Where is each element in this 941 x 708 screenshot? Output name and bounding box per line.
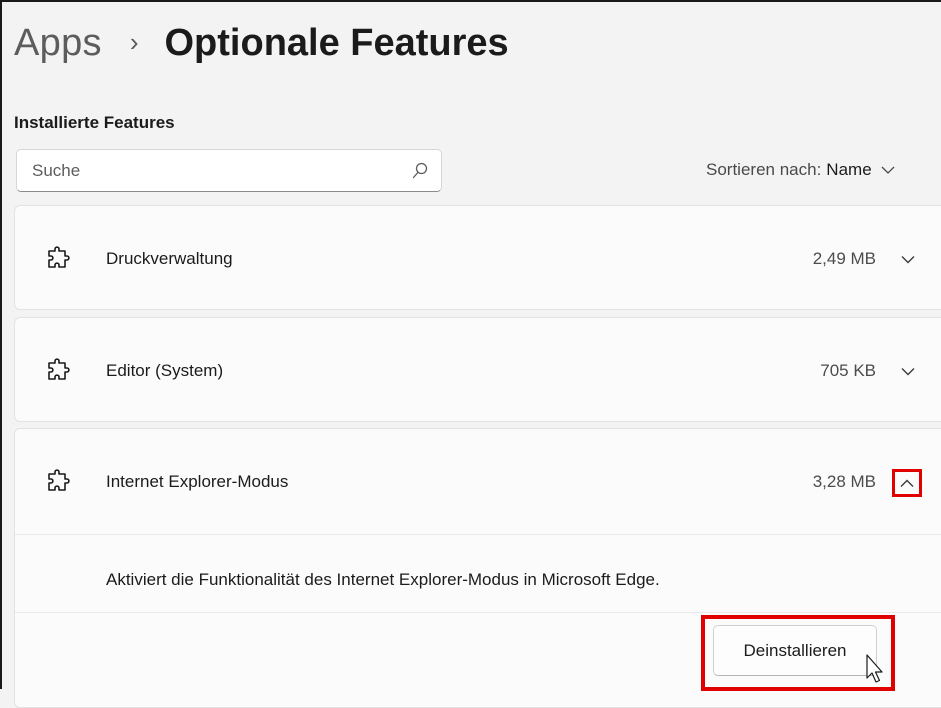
screenshot-frame-left [0, 0, 2, 689]
feature-size: 3,28 MB [812, 472, 876, 491]
search-input[interactable] [17, 150, 397, 191]
expand-button[interactable] [897, 251, 919, 267]
chevron-up-icon [900, 479, 914, 487]
divider [15, 534, 941, 535]
feature-size: 2,49 MB [812, 249, 876, 268]
breadcrumb-apps-link[interactable]: Apps [14, 22, 102, 65]
feature-row[interactable]: Druckverwaltung 2,49 MB [15, 206, 941, 311]
search-box[interactable] [16, 149, 442, 192]
chevron-down-icon [901, 255, 915, 263]
feature-card-druckverwaltung[interactable]: Druckverwaltung 2,49 MB [14, 205, 941, 310]
breadcrumb: Apps › Optionale Features [14, 18, 509, 68]
sort-dropdown[interactable]: Sortieren nach: Name [706, 160, 895, 180]
search-icon[interactable] [412, 162, 428, 180]
expand-button[interactable] [897, 363, 919, 379]
feature-card-internet-explorer[interactable]: Internet Explorer-Modus 3,28 MB Aktivier… [14, 428, 941, 708]
puzzle-icon [48, 469, 70, 491]
feature-card-editor[interactable]: Editor (System) 705 KB [14, 317, 941, 422]
feature-size: 705 KB [820, 361, 876, 380]
section-title: Installierte Features [14, 113, 175, 132]
puzzle-icon [48, 246, 70, 268]
feature-description: Aktiviert die Funktionalität des Interne… [106, 570, 660, 589]
screenshot-frame-top [0, 0, 941, 2]
chevron-down-icon [901, 367, 915, 375]
feature-name: Editor (System) [106, 361, 224, 380]
feature-name: Internet Explorer-Modus [106, 472, 289, 491]
mouse-pointer-icon [866, 654, 883, 683]
sort-value[interactable]: Name [826, 160, 871, 180]
sort-label: Sortieren nach: [706, 160, 822, 179]
uninstall-button[interactable]: Deinstallieren [713, 625, 877, 676]
breadcrumb-separator: › [129, 26, 139, 57]
feature-row[interactable]: Internet Explorer-Modus 3,28 MB [15, 429, 941, 534]
divider [15, 612, 941, 613]
puzzle-icon [48, 358, 70, 380]
chevron-down-icon[interactable] [881, 165, 895, 175]
feature-row[interactable]: Editor (System) 705 KB [15, 318, 941, 423]
feature-name: Druckverwaltung [106, 249, 233, 268]
collapse-button[interactable] [892, 469, 922, 497]
page-title: Optionale Features [164, 21, 509, 64]
